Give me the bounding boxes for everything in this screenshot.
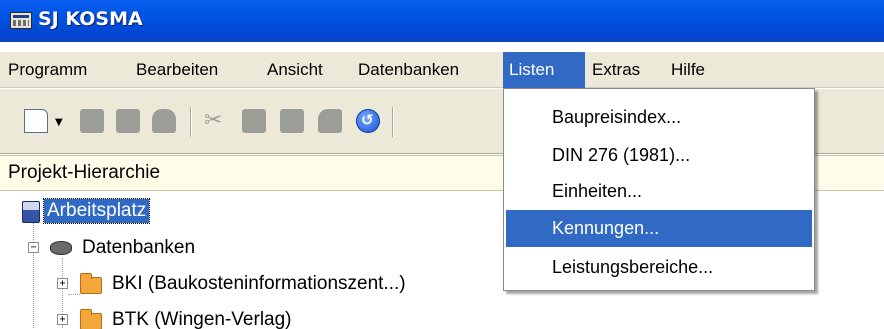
title-bar: SJ KOSMA [0, 0, 884, 42]
expand-icon[interactable]: + [57, 314, 68, 325]
disabled-icon [80, 109, 104, 133]
paste-icon[interactable] [280, 109, 304, 133]
tree-node-arbeitsplatz[interactable]: Arbeitsplatz [0, 194, 300, 230]
disabled-icon [152, 109, 176, 133]
computer-icon [22, 201, 40, 223]
app-icon [10, 12, 32, 29]
menu-bar: Programm Bearbeiten Ansicht Datenbanken … [0, 52, 884, 88]
tree-node-btk[interactable]: + BTK (Wingen-Verlag) [0, 302, 400, 329]
delete-icon[interactable] [318, 109, 342, 133]
copy-icon[interactable] [242, 109, 266, 133]
menu-datenbanken[interactable]: Datenbanken [352, 52, 465, 88]
window-title: SJ KOSMA [38, 8, 143, 30]
folder-icon [80, 309, 102, 329]
menu-item-baupreisindex[interactable]: Baupreisindex... [506, 99, 812, 136]
menu-programm[interactable]: Programm [2, 52, 93, 88]
new-document-icon[interactable] [24, 109, 48, 133]
tree-node-datenbanken[interactable]: − Datenbanken [0, 230, 400, 266]
collapse-icon[interactable]: − [28, 242, 39, 253]
tree-node-label: Arbeitsplatz [42, 198, 151, 224]
toolbar-separator [392, 107, 394, 137]
tree-node-bki[interactable]: + BKI (Baukosteninformationszent...) [0, 266, 540, 302]
refresh-icon[interactable]: ↺ [356, 109, 380, 133]
folder-icon [80, 273, 102, 294]
database-icon [50, 241, 72, 255]
tree-node-label: BKI (Baukosteninformationszent...) [112, 273, 406, 294]
disabled-icon [116, 109, 140, 133]
tree-node-label: Datenbanken [82, 237, 196, 258]
menu-item-din-276[interactable]: DIN 276 (1981)... [506, 137, 812, 174]
menu-hilfe[interactable]: Hilfe [665, 52, 711, 88]
expand-icon[interactable]: + [57, 278, 68, 289]
menu-bearbeiten[interactable]: Bearbeiten [130, 52, 224, 88]
menu-item-einheiten[interactable]: Einheiten... [506, 173, 812, 210]
tree-node-label: BTK (Wingen-Verlag) [112, 309, 292, 329]
toolbar-separator [190, 107, 192, 137]
dropdown-arrow-icon[interactable]: ▼ [55, 117, 63, 128]
menu-listen[interactable]: Listen [503, 52, 585, 88]
menu-item-kennungen[interactable]: Kennungen... [506, 210, 812, 247]
listen-dropdown-menu: Baupreisindex... DIN 276 (1981)... Einhe… [503, 88, 815, 291]
menu-ansicht[interactable]: Ansicht [261, 52, 329, 88]
cut-icon[interactable]: ✂ [204, 109, 228, 133]
menu-extras[interactable]: Extras [586, 52, 646, 88]
menu-item-leistungsbereiche[interactable]: Leistungsbereiche... [506, 249, 812, 286]
